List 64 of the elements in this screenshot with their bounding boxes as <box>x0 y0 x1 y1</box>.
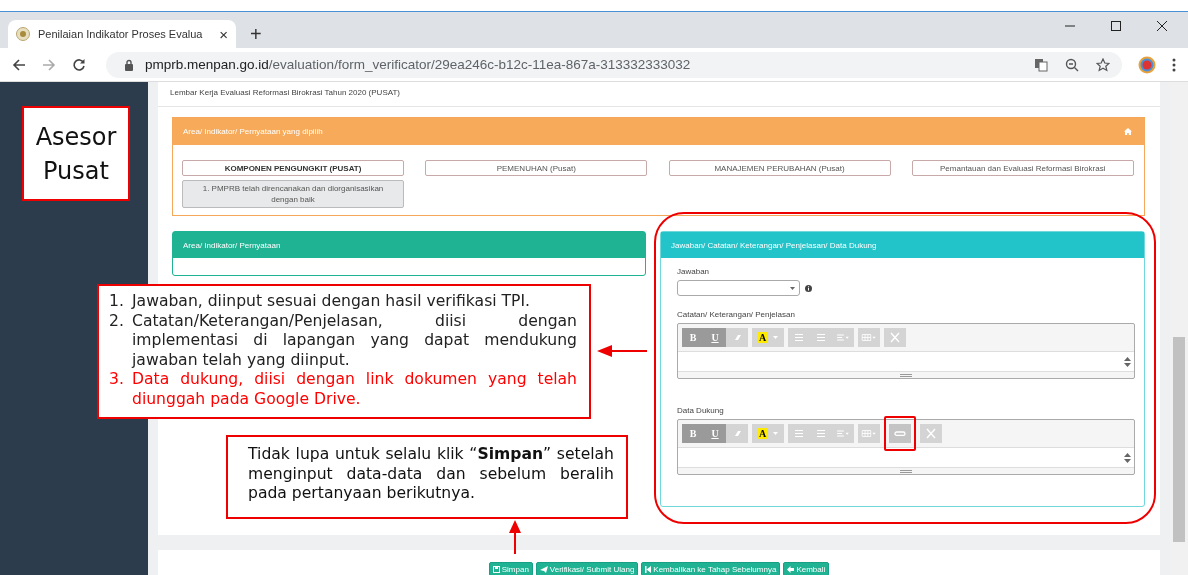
field-label: Jawaban <box>677 267 711 278</box>
arrow-left-icon <box>787 565 795 573</box>
role-text: Asesor <box>35 122 117 151</box>
note-text: Data dukung, diisi dengan link dokumen yang telah diunggah pada Google Drive. <box>132 370 577 409</box>
note-number: 3. <box>109 370 125 390</box>
zoom-out-icon[interactable] <box>1065 57 1079 72</box>
panel-title: Area/ Indikator/ Pernyataan yang dipilih <box>183 127 323 136</box>
menu-icon[interactable] <box>1172 57 1176 72</box>
color-button[interactable]: A <box>752 328 784 347</box>
profile-avatar[interactable] <box>1138 55 1156 74</box>
browser-tab[interactable]: Penilaian Indikator Proses Evalua × <box>8 20 236 48</box>
url-text: pmprb.menpan.go.id/evaluation/form_verificator/29ea246c-b12c-11ea-867a-313332333032 <box>145 57 691 72</box>
reminder-text: Tidak lupa untuk selalu klik “Simpan” setelah menginput data-data dan sebelum beralih pada pertanyaan berikutnya. <box>248 445 614 504</box>
answer-select[interactable] <box>677 280 800 296</box>
color-button[interactable]: A <box>752 424 784 443</box>
note-text: Catatan/Keterangan/Penjelasan, diisi dengan implementasi di lapangan yang dapat mendukung jawaban telah yang diinput. <box>132 311 577 370</box>
page-title: Lembar Kerja Evaluasi Reformasi Birokrasi Tahun 2020 (PUSAT) <box>158 82 1160 107</box>
caret-icon <box>790 286 795 290</box>
lock-icon <box>124 58 134 71</box>
rich-text-editor[interactable]: B U A <box>677 323 1135 379</box>
rich-text-editor[interactable]: B U A <box>677 419 1135 475</box>
align-icon[interactable] <box>832 328 854 347</box>
paper-plane-icon <box>539 565 548 573</box>
align-icon[interactable] <box>832 424 854 443</box>
caret-icon <box>773 432 779 435</box>
spinner-icon[interactable] <box>1124 452 1131 463</box>
star-icon[interactable] <box>1096 57 1110 72</box>
resize-grip-icon[interactable] <box>900 469 912 473</box>
pointer-arrow <box>597 345 647 357</box>
tab-close-button[interactable]: × <box>219 25 228 43</box>
field-label: Data Dukung <box>677 406 725 417</box>
role-text: Pusat <box>43 156 109 185</box>
field-label: Catatan/ Keterangan/ Penjelasan <box>677 310 796 321</box>
indicator-item[interactable]: 1. PMPRB telah direncanakan dan diorganisasikan dengan baik <box>182 180 404 208</box>
area-tab[interactable]: KOMPONEN PENGUNGKIT (PUSAT) <box>182 160 404 176</box>
address-bar[interactable]: pmprb.menpan.go.id/evaluation/form_verificator/29ea246c-b12c-11ea-867a-313332333032 <box>106 51 1122 78</box>
forward-icon[interactable] <box>42 57 56 72</box>
table-icon[interactable] <box>858 424 880 443</box>
maximize-icon[interactable] <box>1110 20 1122 32</box>
back-icon[interactable] <box>12 57 26 72</box>
note-number: 2. <box>109 311 125 332</box>
area-tab[interactable]: MANAJEMEN PERUBAHAN (Pusat) <box>668 160 891 176</box>
tab-title: Penilaian Indikator Proses Evalua <box>38 28 204 40</box>
link-icon[interactable] <box>889 424 911 443</box>
pointer-arrow <box>509 520 521 554</box>
resize-grip-icon[interactable] <box>900 373 912 377</box>
panel-title: Area/ Indikator/ Pernyataan <box>183 240 281 250</box>
scrollbar-thumb[interactable] <box>1173 337 1185 542</box>
home-icon[interactable] <box>1124 128 1132 135</box>
info-icon[interactable] <box>805 284 812 292</box>
emblem-icon <box>16 27 30 41</box>
note-text: Jawaban, diinput sesuai dengan hasil verifikasi TPI. <box>132 292 532 312</box>
note-number: 1. <box>109 292 125 312</box>
skip-back-icon <box>645 565 652 573</box>
caret-icon <box>773 336 779 339</box>
panel-title: Jawaban/ Catatan/ Keterangan/ Penjelasan/ Data Dukung <box>671 240 877 250</box>
translate-icon[interactable] <box>1034 57 1048 72</box>
table-icon[interactable] <box>858 328 880 347</box>
reload-icon[interactable] <box>72 57 86 72</box>
new-tab-button[interactable]: + <box>250 23 262 45</box>
close-icon[interactable] <box>1156 20 1168 32</box>
spinner-icon[interactable] <box>1124 356 1131 367</box>
area-tab[interactable]: Pemantauan dan Evaluasi Reformasi Birokrasi <box>911 160 1134 176</box>
area-tab[interactable]: PEMENUHAN (Pusat) <box>425 160 648 176</box>
